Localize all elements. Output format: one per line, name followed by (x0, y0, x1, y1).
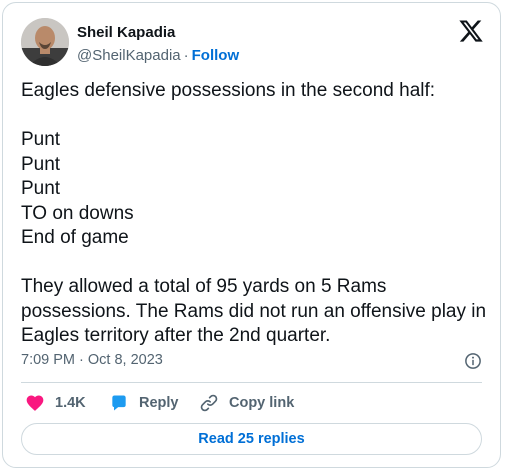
separator-dot: · (183, 47, 189, 64)
tweet-text: Eagles defensive possessions in the seco… (21, 80, 487, 346)
x-logo-icon[interactable] (458, 18, 484, 44)
follow-button[interactable]: Follow (192, 47, 240, 64)
author-name[interactable]: Sheil Kapadia (77, 24, 175, 41)
action-bar: 1.4K Reply Copy link (21, 391, 482, 417)
link-icon (200, 394, 218, 412)
copy-link-label: Copy link (229, 395, 295, 411)
like-button[interactable]: 1.4K (25, 393, 86, 413)
info-icon[interactable] (464, 352, 482, 370)
reply-button[interactable]: Reply (109, 393, 179, 413)
heart-icon (26, 395, 44, 411)
like-count: 1.4K (55, 395, 86, 411)
tweet-timestamp[interactable]: 7:09 PM · Oct 8, 2023 (21, 352, 163, 368)
reply-bubble-icon (112, 395, 126, 411)
divider (21, 382, 482, 383)
avatar-image (21, 18, 69, 66)
author-handle-line: @SheilKapadia · Follow (77, 47, 239, 64)
copy-link-button[interactable]: Copy link (199, 393, 294, 413)
avatar[interactable] (21, 18, 69, 66)
tweet-card: Sheil Kapadia @SheilKapadia · Follow Eagle… (2, 2, 501, 468)
author-handle[interactable]: @SheilKapadia (77, 47, 181, 64)
reply-label: Reply (139, 395, 179, 411)
tweet-header: Sheil Kapadia @SheilKapadia · Follow (21, 18, 486, 68)
read-replies-button[interactable]: Read 25 replies (21, 423, 482, 455)
